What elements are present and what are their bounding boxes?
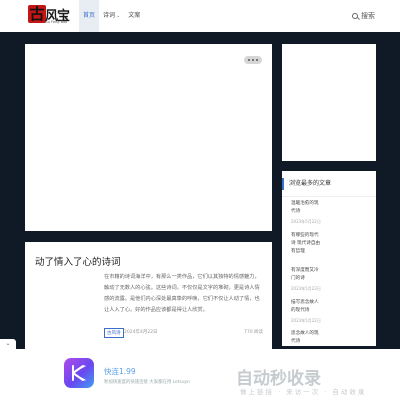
list-item-title: 温暖治愈的现代诗 — [291, 201, 319, 214]
divider — [282, 196, 376, 197]
sidebar-ad-panel — [282, 44, 376, 161]
more-dots-icon[interactable] — [244, 56, 262, 64]
app-logo-icon[interactable] — [64, 358, 94, 388]
nav-item-label: 文案 — [128, 12, 141, 19]
list-item[interactable]: 温暖治愈的现代诗 2023年5月22日 — [291, 200, 323, 225]
nav-item-copywriting[interactable]: 文案 — [124, 0, 144, 32]
chevron-up-icon[interactable]: ⌄ — [0, 339, 16, 349]
article-tag[interactable]: 古风诗 — [104, 328, 124, 338]
nav-item-label: 首页 — [83, 12, 96, 19]
article-views: 770 阅读 — [244, 330, 264, 335]
site-logo[interactable]: 古 风宝 Gu Feng Bao — [28, 5, 72, 27]
list-item-title: 描写思念故人的现代诗 — [291, 300, 319, 313]
search-button[interactable]: 搜索 — [351, 0, 375, 32]
list-item[interactable]: 有哪些的现代诗 现代诗自由有哲理 — [291, 232, 323, 259]
article-excerpt: 在市籍的诗词海洋中，有那么一类作品，它们以其独特的情感魅力，触动了无数人的心弦。… — [104, 274, 260, 313]
list-item[interactable]: 思念故人的现代诗 — [291, 330, 323, 346]
logo-seal: 古 — [28, 5, 46, 23]
watermark-slogan: 做上链接 · 来访一次 · 自动收录 — [240, 388, 367, 396]
main-nav: 首页 诗词⌄ 文案 — [79, 0, 144, 32]
logo-subtitle: Gu Feng Bao — [45, 20, 68, 24]
list-item[interactable]: 有深度而又冷门的诗 2023年5月23日 — [291, 267, 323, 292]
nav-item-home[interactable]: 首页 — [79, 0, 100, 32]
site-header: 古 风宝 Gu Feng Bao 首页 诗词⌄ 文案 搜索 — [0, 0, 400, 32]
article-date: 2024年4月22日 — [124, 330, 158, 335]
list-item-title: 有哪些的现代诗 现代诗自由有哲理 — [291, 233, 321, 254]
nav-item-poetry[interactable]: 诗词⌄ — [99, 0, 124, 32]
list-item[interactable]: 描写思念故人的现代诗 2023年5月22日 — [291, 299, 323, 324]
search-label: 搜索 — [361, 12, 375, 20]
app-name-link[interactable]: 快连1.99 — [104, 366, 136, 377]
search-icon — [351, 13, 358, 19]
chevron-down-icon: ⌄ — [116, 13, 121, 19]
list-item-date: 2023年5月23日 — [291, 286, 321, 291]
nav-item-label: 诗词 — [103, 12, 116, 19]
banner-carousel[interactable] — [25, 44, 272, 231]
list-item-title: 有深度而又冷门的诗 — [291, 268, 319, 281]
article-title[interactable]: 动了情入了心的诗词 — [35, 254, 121, 268]
list-item-date: 2023年5月22日 — [291, 318, 321, 323]
app-description: 秒加快速度的快速连接 大家都在用 Letsvpn — [104, 380, 190, 385]
list-item-title: 思念故人的现代诗 — [291, 331, 319, 344]
list-item-date: 2023年5月22日 — [291, 219, 321, 224]
popular-articles-title: 浏览最多的文章 — [282, 178, 376, 190]
